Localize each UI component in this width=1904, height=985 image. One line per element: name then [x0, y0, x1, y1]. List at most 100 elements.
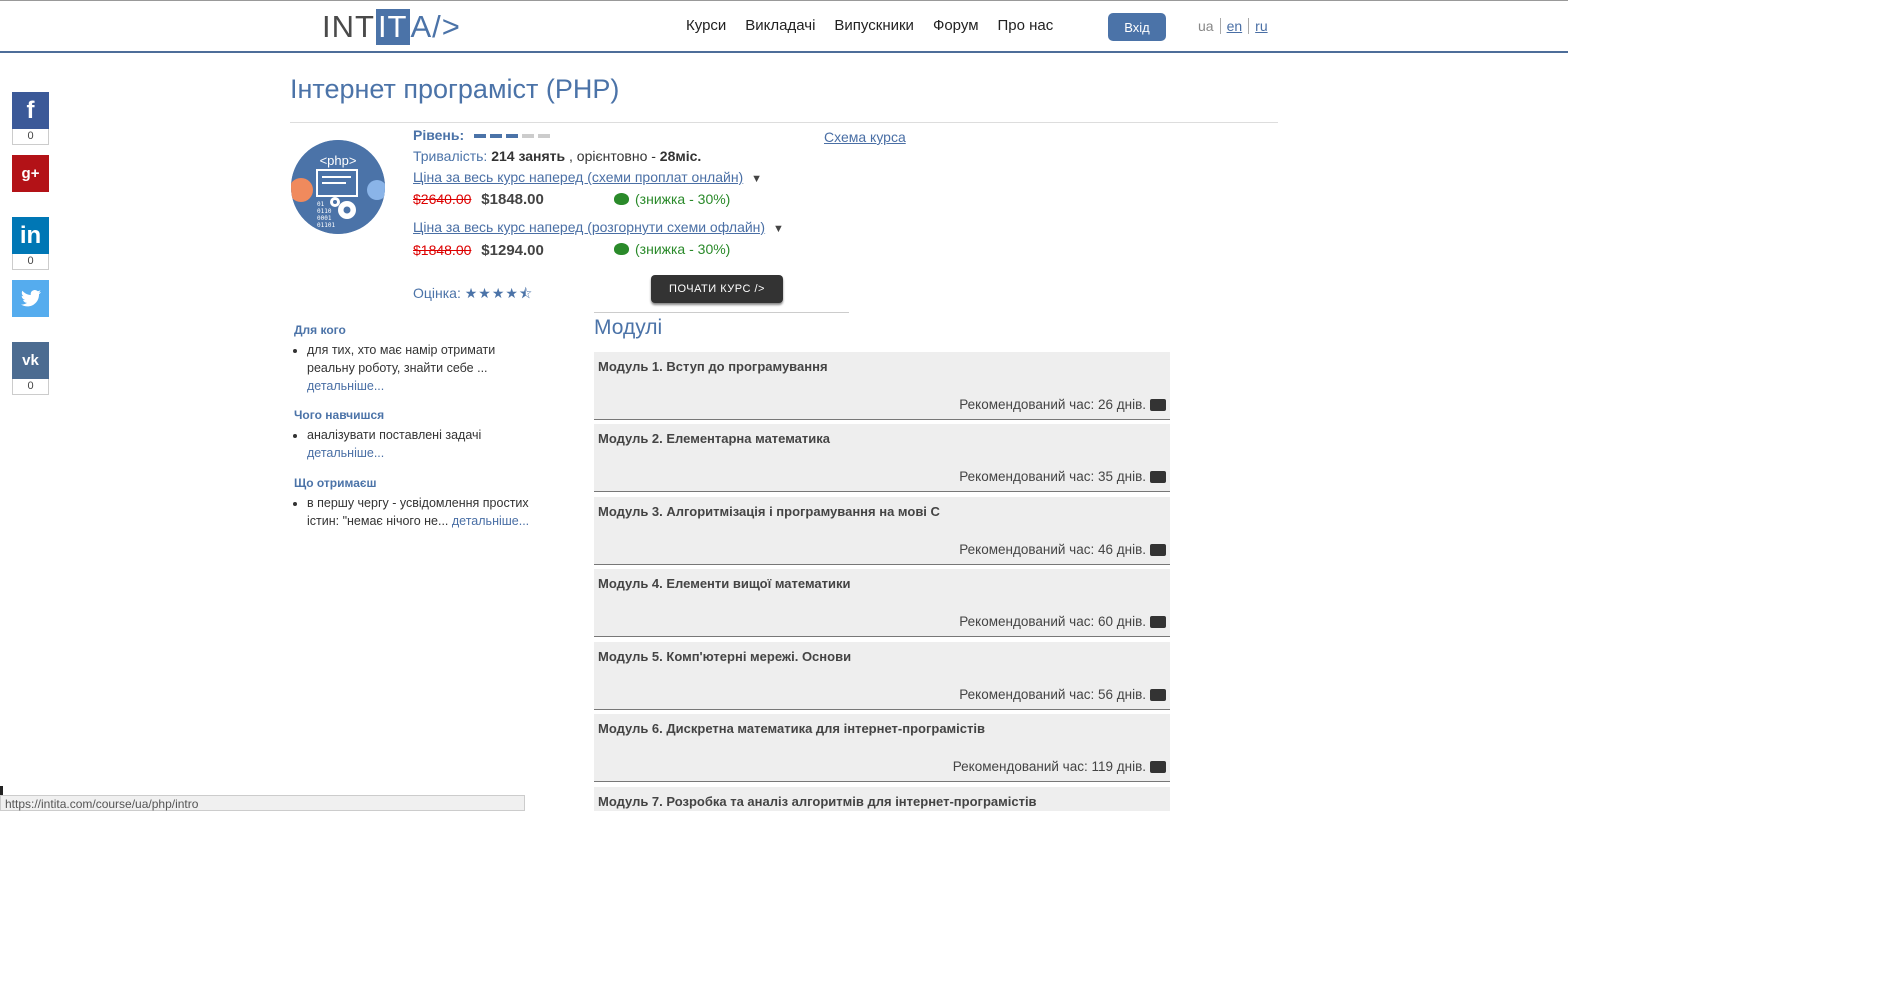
schema-link-text[interactable]: Схема курса	[824, 129, 906, 145]
rating-label: Оцінка:	[413, 285, 461, 301]
language-switcher: ua en ru	[1198, 18, 1274, 34]
level-bar	[490, 134, 503, 139]
nav-courses[interactable]: Курси	[686, 17, 726, 34]
module-time-text: Рекомендований час: 60 днів.	[959, 614, 1146, 629]
module-name[interactable]: Модуль 2. Елементарна математика	[598, 431, 830, 446]
module-time-text: Рекомендований час: 26 днів.	[959, 397, 1146, 412]
page-title: Інтернет програміст (PHP)	[290, 74, 620, 104]
svg-text:0001: 0001	[317, 215, 332, 222]
module-time: Рекомендований час: 35 днів.	[959, 469, 1166, 484]
facebook-icon[interactable]: f	[12, 92, 49, 129]
for-whom-section: Для кого для тих, хто має намір отримати…	[294, 323, 534, 395]
module-time-text: Рекомендований час: 46 днів.	[959, 542, 1146, 557]
learn-section: Чого навчишся аналізувати поставлені зад…	[294, 408, 534, 462]
vk-icon[interactable]: vk	[12, 342, 49, 379]
site-header: INT IT A/> Курси Викладачі Випускники Фору…	[0, 1, 1568, 53]
module-item[interactable]: Модуль 4. Елементи вищої математики Реко…	[594, 569, 1170, 637]
module-item[interactable]: Модуль 2. Елементарна математика Рекомен…	[594, 424, 1170, 492]
logo[interactable]: INT IT A/>	[322, 9, 461, 45]
price-offline-new: $1294.00	[481, 242, 544, 259]
duration-months: 28міс.	[659, 148, 702, 164]
module-item[interactable]: Модуль 7. Розробка та аналіз алгоритмів …	[594, 787, 1170, 811]
for-whom-title: Для кого	[294, 323, 346, 337]
modules-divider	[594, 312, 849, 313]
price-online-old: $2640.00	[413, 191, 472, 207]
piggy-bank-icon	[614, 193, 629, 205]
course-image-label: <php>	[319, 153, 357, 168]
duration-label: Тривалість:	[413, 148, 488, 164]
lock-icon	[1150, 760, 1166, 773]
rating-stars-icon: ★★★★⯪	[464, 285, 534, 301]
facebook-share[interactable]: f 0	[12, 92, 49, 145]
module-name[interactable]: Модуль 6. Дискретна математика для інтер…	[598, 721, 985, 736]
nav-about[interactable]: Про нас	[998, 17, 1054, 34]
schema-link[interactable]: Схема курса	[824, 129, 906, 145]
lock-icon	[1150, 398, 1166, 411]
lang-ru[interactable]: ru	[1248, 18, 1273, 34]
caret-down-icon[interactable]: ▼	[773, 223, 784, 235]
level-bars	[474, 134, 551, 139]
module-item[interactable]: Модуль 3. Алгоритмізація і програмування…	[594, 497, 1170, 565]
module-name[interactable]: Модуль 5. Комп'ютерні мережі. Основи	[598, 649, 851, 664]
module-name[interactable]: Модуль 4. Елементи вищої математики	[598, 576, 851, 591]
module-name[interactable]: Модуль 3. Алгоритмізація і програмування…	[598, 504, 940, 519]
googleplus-share[interactable]: g+	[12, 155, 49, 192]
svg-text:01: 01	[317, 201, 325, 208]
logo-part-2: IT	[375, 9, 410, 45]
lang-en[interactable]: en	[1219, 18, 1249, 34]
course-duration: Тривалість: 214 занять , орієнтовно - 28…	[413, 148, 701, 164]
price-online-link[interactable]: Ціна за весь курс наперед (схеми проплат…	[413, 169, 743, 185]
main-nav: Курси Викладачі Випускники Форум Про нас	[686, 17, 1053, 34]
learn-text: аналізувати поставлені задачі	[307, 428, 482, 442]
get-list: в першу чергу - усвідомлення простих іст…	[294, 494, 534, 530]
more-link[interactable]: детальніше...	[307, 379, 384, 393]
module-time: Рекомендований час: 119 днів.	[953, 759, 1166, 774]
price-online-new: $1848.00	[481, 191, 544, 208]
module-item[interactable]: Модуль 1. Вступ до програмування Рекомен…	[594, 352, 1170, 420]
course-level: Рівень:	[413, 127, 551, 143]
login-button[interactable]: Вхід	[1108, 13, 1166, 41]
module-name[interactable]: Модуль 7. Розробка та аналіз алгоритмів …	[598, 794, 1037, 809]
module-item[interactable]: Модуль 5. Комп'ютерні мережі. Основи Рек…	[594, 642, 1170, 710]
svg-text:0110: 0110	[317, 208, 332, 215]
lang-ua[interactable]: ua	[1198, 18, 1220, 34]
vk-share[interactable]: vk 0	[12, 342, 49, 395]
level-bar	[506, 134, 519, 139]
module-time-text: Рекомендований час: 56 днів.	[959, 687, 1146, 702]
price-offline-old: $1848.00	[413, 242, 472, 258]
googleplus-icon[interactable]: g+	[12, 155, 49, 192]
discount-online: (знижка - 30%)	[614, 191, 730, 207]
learn-list: аналізувати поставлені задачі детальніше.…	[294, 426, 534, 462]
module-item[interactable]: Модуль 6. Дискретна математика для інтер…	[594, 714, 1170, 782]
start-course-button[interactable]: ПОЧАТИ КУРС />	[651, 275, 783, 303]
module-name[interactable]: Модуль 1. Вступ до програмування	[598, 359, 828, 374]
course-image: 01 0110 0001 01101 <php>	[291, 140, 385, 234]
price-offline-link[interactable]: Ціна за весь курс наперед (розгорнути сх…	[413, 219, 765, 235]
twitter-share[interactable]	[12, 280, 49, 317]
duration-mid: , орієнтовно -	[569, 148, 656, 164]
caret-down-icon[interactable]: ▼	[751, 173, 762, 185]
more-link[interactable]: детальніше...	[307, 446, 384, 460]
list-item: в першу чергу - усвідомлення простих іст…	[307, 494, 534, 530]
module-time: Рекомендований час: 60 днів.	[959, 614, 1166, 629]
twitter-icon[interactable]	[12, 280, 49, 317]
module-time-text: Рекомендований час: 35 днів.	[959, 469, 1146, 484]
discount-offline-text: (знижка - 30%)	[635, 241, 731, 257]
nav-teachers[interactable]: Викладачі	[745, 17, 815, 34]
lock-icon	[1150, 470, 1166, 483]
module-time: Рекомендований час: 26 днів.	[959, 397, 1166, 412]
lock-icon	[1150, 615, 1166, 628]
get-section: Що отримаєш в першу чергу - усвідомлення…	[294, 476, 534, 530]
status-bar-url: https://intita.com/course/ua/php/intro	[0, 795, 525, 811]
more-link[interactable]: детальніше...	[452, 514, 529, 528]
linkedin-icon[interactable]: in	[12, 217, 49, 254]
nav-forum[interactable]: Форум	[933, 17, 979, 34]
price-offline-toggle[interactable]: Ціна за весь курс наперед (розгорнути сх…	[413, 219, 784, 235]
svg-text:01101: 01101	[317, 222, 335, 229]
module-time: Рекомендований час: 56 днів.	[959, 687, 1166, 702]
nav-graduates[interactable]: Випускники	[834, 17, 914, 34]
linkedin-share[interactable]: in 0	[12, 217, 49, 270]
level-bar	[522, 134, 535, 139]
price-online-toggle[interactable]: Ціна за весь курс наперед (схеми проплат…	[413, 169, 762, 185]
discount-online-text: (знижка - 30%)	[635, 191, 731, 207]
